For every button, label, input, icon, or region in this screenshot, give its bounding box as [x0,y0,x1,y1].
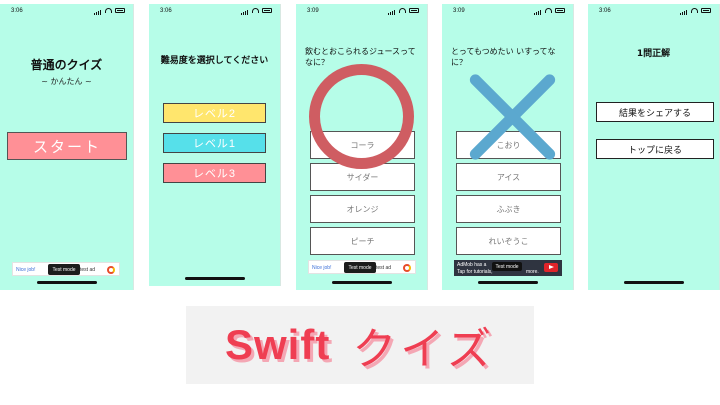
ad-nice-text: Nice job! [312,265,332,271]
level-3-button[interactable]: レベル3 [163,163,266,183]
ad-line-1: AdMob has a [457,262,487,268]
share-result-button[interactable]: 結果をシェアする [596,102,714,122]
correct-circle-icon [309,64,414,169]
status-bar: 3:09 [296,7,427,17]
wifi-icon [252,8,259,13]
status-time: 3:09 [453,8,465,14]
answer-button-4[interactable]: れいぞうこ [456,227,561,255]
answer-button-3[interactable]: ふぶき [456,195,561,223]
wifi-icon [691,8,698,13]
status-bar: 3:06 [588,7,719,17]
status-bar: 3:09 [442,7,573,17]
back-to-top-button[interactable]: トップに戻る [596,139,714,159]
test-mode-badge: Test mode [48,264,80,275]
screen-result: 3:06 1問正解 結果をシェアする トップに戻る [588,4,720,290]
status-time: 3:06 [11,8,23,14]
screen-quiz-correct: 3:09 飲むとおこられるジュースってなに？ コーラ サイダー オレンジ ピーチ… [296,4,428,290]
battery-icon [262,8,272,13]
youtube-play-icon [544,263,558,272]
ad-test-text: test ad [80,267,96,273]
difficulty-subtitle: ~ かんたん ~ [41,77,92,86]
banner-quiz-text: クイズ [352,324,495,375]
ad-more-text: more. [526,269,539,275]
home-indicator[interactable] [36,281,97,284]
question-text: とってもつめたい いすってなに？ [451,47,556,67]
status-bar: 3:06 [149,7,280,17]
signal-icon [680,8,688,15]
quiz-title: 普通のクイズ [30,58,103,72]
wifi-icon [105,8,112,13]
battery-icon [555,8,565,13]
status-time: 3:06 [599,8,611,14]
ad-nice-text: Nice job! [16,267,36,273]
answer-button-3[interactable]: オレンジ [310,195,415,223]
screen-level-select: 3:06 難易度を選択してください レベル2 レベル1 レベル3 [149,4,281,286]
screen-home: 3:06 普通のクイズ ~ かんたん ~ スタート Nice job! Test… [0,4,134,290]
screen-quiz-wrong: 3:09 とってもつめたい いすってなに？ こおり アイス ふぶき れいぞうこ … [442,4,574,290]
ad-line-2: Tap for tutorials, [457,269,493,275]
status-time: 3:09 [307,8,319,14]
ad-banner[interactable]: Nice job! Test mode test ad [308,260,416,274]
ad-test-text: test ad [376,265,392,271]
admob-logo-icon [107,266,115,274]
swift-quiz-banner: Swift クイズ [186,306,534,384]
battery-icon [701,8,711,13]
wrong-cross-icon [462,67,562,167]
signal-icon [94,8,102,15]
status-bar: 3:06 [0,7,133,17]
answer-button-2[interactable]: アイス [456,163,561,191]
home-indicator[interactable] [331,281,392,284]
level-1-button[interactable]: レベル1 [163,133,266,153]
start-button[interactable]: スタート [7,132,127,160]
admob-logo-icon [403,264,411,272]
level-2-button[interactable]: レベル2 [163,103,266,123]
wifi-icon [399,8,406,13]
banner-swift-text: Swift [224,321,331,368]
home-indicator[interactable] [623,281,684,284]
status-time: 3:06 [160,8,172,14]
home-indicator[interactable] [184,277,245,280]
signal-icon [534,8,542,15]
answer-button-4[interactable]: ピーチ [310,227,415,255]
result-title: 1問正解 [636,49,671,59]
test-mode-badge: Test mode [492,262,522,271]
select-title: 難易度を選択してください [160,56,269,66]
home-indicator[interactable] [477,281,538,284]
battery-icon [409,8,419,13]
admob-ad-banner[interactable]: AdMob has a Tap for tutorials, Test mode… [454,260,562,276]
battery-icon [115,8,125,13]
ad-banner[interactable]: Nice job! Test mode test ad [12,262,120,276]
signal-icon [241,8,249,15]
test-mode-badge: Test mode [344,262,376,273]
signal-icon [388,8,396,15]
wifi-icon [545,8,552,13]
